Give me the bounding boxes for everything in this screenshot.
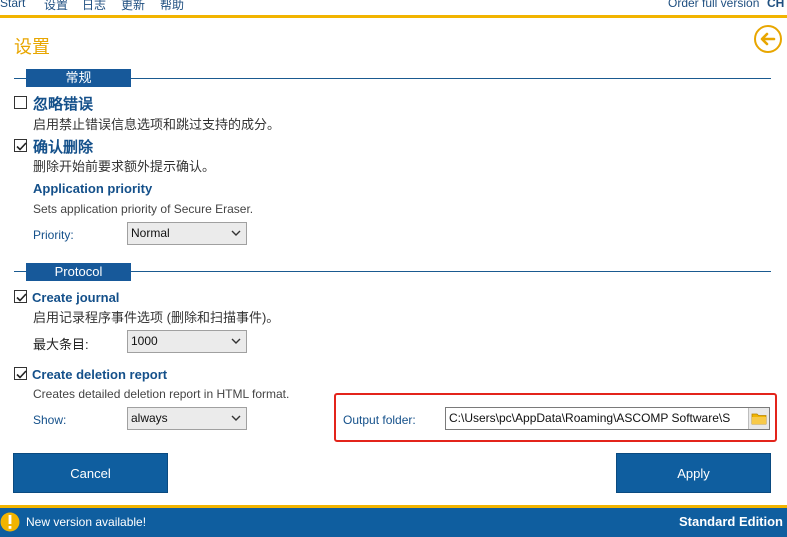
- order-link[interactable]: Order full version: [668, 0, 759, 10]
- show-select-value: always: [131, 411, 168, 425]
- menu-log[interactable]: 日志: [82, 0, 106, 13]
- check-icon: [16, 293, 27, 302]
- max-entries-select-value: 1000: [131, 334, 158, 348]
- max-entries-select[interactable]: 1000: [127, 330, 247, 353]
- chevron-down-icon: [231, 415, 241, 421]
- app-priority-desc: Sets application priority of Secure Eras…: [33, 202, 254, 216]
- confirm-delete-checkbox[interactable]: [14, 139, 27, 152]
- output-folder-value: C:\Users\pc\AppData\Roaming\ASCOMP Softw…: [449, 411, 731, 425]
- priority-label: Priority:: [33, 228, 74, 242]
- section-label-general: 常规: [26, 69, 131, 87]
- back-arrow-icon[interactable]: [754, 25, 782, 53]
- new-version-link[interactable]: New version available!: [26, 515, 146, 529]
- header-divider: [0, 15, 787, 18]
- app-priority-title: Application priority: [33, 181, 153, 196]
- priority-select[interactable]: Normal: [127, 222, 247, 245]
- menu-settings[interactable]: 设置: [44, 0, 68, 13]
- show-label: Show:: [33, 413, 67, 427]
- folder-icon: [751, 413, 767, 425]
- deletion-report-title: Create deletion report: [32, 367, 168, 382]
- create-journal-title: Create journal: [32, 290, 120, 305]
- confirm-delete-desc: 删除开始前要求额外提示确认。: [33, 159, 216, 174]
- check-icon: [16, 370, 27, 379]
- show-select[interactable]: always: [127, 407, 247, 430]
- language-link[interactable]: CH: [767, 0, 784, 10]
- warning-icon: [0, 510, 20, 532]
- menu-update[interactable]: 更新: [121, 0, 145, 13]
- deletion-report-desc: Creates detailed deletion report in HTML…: [33, 387, 290, 401]
- menu-help[interactable]: 帮助: [160, 0, 184, 13]
- create-journal-checkbox[interactable]: [14, 290, 27, 303]
- page-title: 设置: [14, 37, 50, 58]
- priority-select-value: Normal: [131, 226, 170, 240]
- check-icon: [16, 142, 27, 151]
- deletion-report-checkbox[interactable]: [14, 367, 27, 380]
- max-entries-label: 最大条目:: [33, 337, 89, 352]
- confirm-delete-title: 确认删除: [33, 139, 94, 156]
- ignore-errors-checkbox[interactable]: [14, 96, 27, 109]
- chevron-down-icon: [231, 230, 241, 236]
- browse-folder-button[interactable]: [748, 408, 769, 429]
- edition-label: Standard Edition: [679, 514, 783, 529]
- create-journal-desc: 启用记录程序事件选项 (删除和扫描事件)。: [33, 310, 280, 325]
- chevron-down-icon: [231, 338, 241, 344]
- section-label-protocol: Protocol: [26, 263, 131, 281]
- output-folder-label: Output folder:: [343, 413, 416, 427]
- ignore-errors-desc: 启用禁止错误信息选项和跳过支持的成分。: [33, 117, 281, 132]
- ignore-errors-title: 忽略错误: [33, 96, 94, 113]
- menu-bar: Start 设置 日志 更新 帮助 Order full version CH: [0, 0, 787, 15]
- apply-button[interactable]: Apply: [616, 453, 771, 493]
- cancel-button[interactable]: Cancel: [13, 453, 168, 493]
- output-folder-input[interactable]: C:\Users\pc\AppData\Roaming\ASCOMP Softw…: [445, 407, 770, 430]
- menu-start[interactable]: Start: [0, 0, 25, 10]
